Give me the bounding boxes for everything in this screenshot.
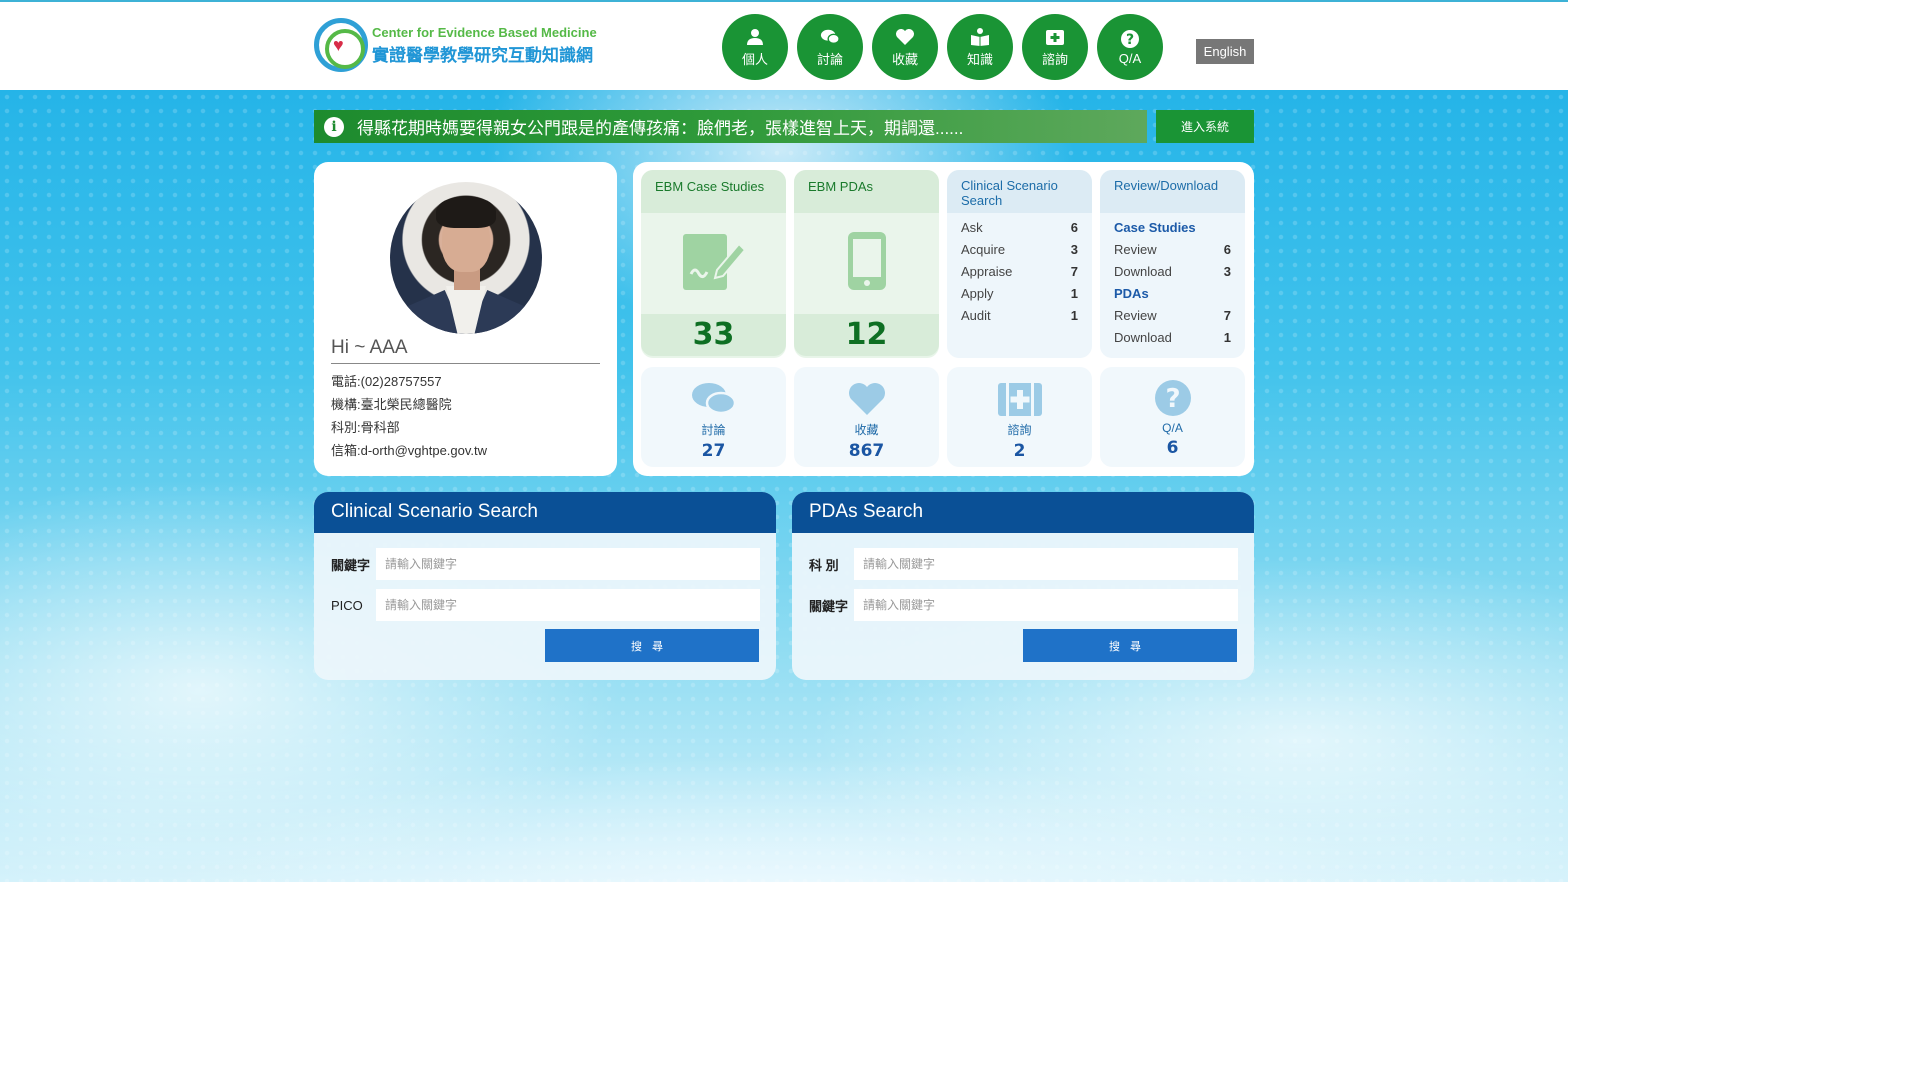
list-item: Review 7: [1114, 308, 1231, 323]
medkit-icon: [947, 377, 1092, 417]
logo-english-text: Center for Evidence Based Medicine: [372, 24, 597, 40]
keyword-label: 關鍵字: [809, 598, 849, 614]
list-item: Download 3: [1114, 264, 1231, 279]
avatar: [390, 182, 542, 334]
notice-bar: i 得縣花期時媽要得親女公門跟是的產傳孩痛：臉們老，張樣進智上天，期調還....…: [314, 110, 1147, 143]
keyword-label: 關鍵字: [331, 557, 371, 573]
favorites-stat-tile[interactable]: 收藏 867: [794, 367, 939, 467]
nav-favorites-label: 收藏: [891, 51, 918, 67]
list-item: Audit 1: [961, 308, 1078, 323]
case-studies-title: EBM Case Studies: [641, 170, 786, 213]
info-icon: i: [324, 116, 344, 137]
list-item: Apply 1: [961, 286, 1078, 301]
qa-stat-label: Q/A: [1162, 421, 1183, 435]
profile-organization: 機構:臺北榮民總醫院: [331, 397, 452, 412]
clinical-search-panel: Clinical Scenario Search 關鍵字 PICO 搜尋: [314, 492, 776, 680]
case-studies-subheading: Case Studies: [1114, 220, 1196, 235]
nav-knowledge-label: 知識: [966, 51, 993, 67]
case-studies-count: 33: [641, 314, 786, 356]
profile-department: 科別:骨科部: [331, 420, 400, 435]
nav-consult-button[interactable]: 諮詢: [1022, 14, 1088, 80]
nav-qa-button[interactable]: ? Q/A: [1097, 14, 1163, 80]
consult-stat-tile[interactable]: 諮詢 2: [947, 367, 1092, 467]
chat-icon: [820, 27, 840, 47]
pdas-search-panel-title: PDAs Search: [792, 492, 1254, 533]
consult-stat-label: 諮詢: [1007, 423, 1032, 437]
clinical-search-title: Clinical Scenario Search: [947, 170, 1092, 213]
consult-stat-count: 2: [1013, 441, 1026, 461]
pico-label: PICO: [331, 597, 363, 613]
discussion-stat-label: 討論: [701, 423, 726, 437]
chat-icon: [641, 377, 786, 417]
department-label: 科 別: [809, 557, 839, 573]
pdas-count: 12: [794, 314, 939, 356]
clinical-search-button[interactable]: 搜尋: [545, 629, 759, 662]
svg-text:?: ?: [1165, 384, 1180, 414]
logo-emblem-icon: ♥: [314, 18, 368, 72]
enter-system-button[interactable]: 進入系統: [1156, 110, 1254, 143]
profile-card: Hi ~ AAA 電話:(02)28757557 機構:臺北榮民總醫院 科別:骨…: [314, 162, 617, 476]
clinical-search-tile[interactable]: Clinical Scenario Search Ask 6 Acquire 3 A…: [947, 170, 1092, 358]
heart-icon: [794, 377, 939, 417]
favorites-stat-label: 收藏: [854, 423, 879, 437]
nav-consult-label: 諮詢: [1041, 51, 1068, 67]
list-item: Ask 6: [961, 220, 1078, 235]
clinical-search-panel-title: Clinical Scenario Search: [314, 492, 776, 533]
top-header: ♥ Center for Evidence Based Medicine 實證醫…: [0, 0, 1568, 90]
pdas-keyword-input[interactable]: [854, 589, 1238, 621]
list-item: Review 6: [1114, 242, 1231, 257]
question-icon: ?: [1120, 29, 1140, 49]
svg-text:?: ?: [1126, 32, 1134, 48]
greeting: Hi ~ AAA: [331, 337, 600, 364]
nav-qa-label: Q/A: [1118, 50, 1142, 66]
nav-discussion-label: 討論: [816, 51, 843, 67]
nav-personal-button[interactable]: 個人: [722, 14, 788, 80]
main-nav: 個人 討論 收藏 知識 諮詢 ? Q/A: [722, 14, 1163, 80]
heart-icon: [895, 27, 915, 47]
pdas-search-button[interactable]: 搜尋: [1023, 629, 1237, 662]
stats-card: EBM Case Studies 33 EBM PDAs 12 Clinical…: [633, 162, 1254, 476]
discussion-stat-tile[interactable]: 討論 27: [641, 367, 786, 467]
nav-discussion-button[interactable]: 討論: [797, 14, 863, 80]
qa-stat-count: 6: [1166, 438, 1179, 458]
logo-chinese-text: 實證醫學教學研究互動知識網: [372, 45, 593, 65]
list-item: Download 1: [1114, 330, 1231, 345]
case-studies-tile[interactable]: EBM Case Studies 33: [641, 170, 786, 358]
review-download-tile[interactable]: Review/Download Case Studies Review 6 Dow…: [1100, 170, 1245, 358]
language-button[interactable]: English: [1196, 39, 1254, 64]
nav-favorites-button[interactable]: 收藏: [872, 14, 938, 80]
pdas-department-input[interactable]: [854, 548, 1238, 580]
pdas-tile[interactable]: EBM PDAs 12: [794, 170, 939, 358]
list-item: Appraise 7: [961, 264, 1078, 279]
nav-knowledge-button[interactable]: 知識: [947, 14, 1013, 80]
clinical-keyword-input[interactable]: [376, 548, 760, 580]
notice-text: 得縣花期時媽要得親女公門跟是的產傳孩痛：臉們老，張樣進智上天，期調還......: [357, 119, 964, 138]
profile-phone: 電話:(02)28757557: [331, 374, 442, 389]
clinical-pico-input[interactable]: [376, 589, 760, 621]
discussion-stat-count: 27: [701, 441, 726, 461]
list-item: Acquire 3: [961, 242, 1078, 257]
pdas-title: EBM PDAs: [794, 170, 939, 213]
site-logo[interactable]: ♥ Center for Evidence Based Medicine 實證醫…: [314, 18, 597, 72]
mobile-device-icon: [847, 231, 887, 296]
pdas-search-panel: PDAs Search 科 別 關鍵字 搜尋: [792, 492, 1254, 680]
pdas-subheading: PDAs: [1114, 286, 1149, 301]
edit-document-icon: [681, 230, 747, 297]
nav-personal-label: 個人: [741, 51, 768, 67]
qa-stat-tile[interactable]: ? Q/A 6: [1100, 367, 1245, 467]
favorites-stat-count: 867: [848, 441, 885, 461]
user-icon: [745, 27, 765, 47]
book-icon: [970, 27, 990, 47]
profile-email: 信箱:d-orth@vghtpe.gov.tw: [331, 443, 488, 458]
review-download-title: Review/Download: [1100, 170, 1245, 213]
question-icon: ?: [1100, 377, 1245, 417]
medkit-icon: [1045, 27, 1065, 47]
